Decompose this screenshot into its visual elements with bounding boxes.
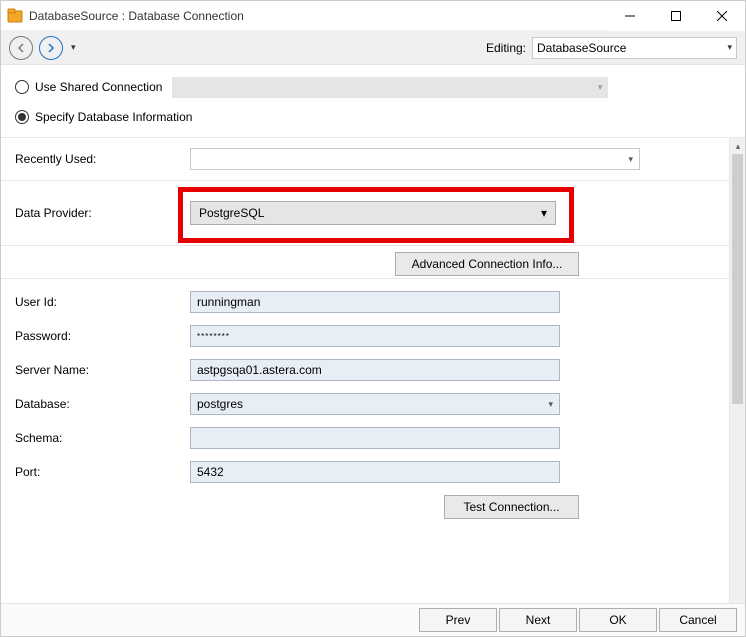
title-bar: DatabaseSource : Database Connection — [1, 1, 745, 31]
password-value: ******** — [197, 332, 230, 341]
user-id-label: User Id: — [15, 295, 190, 309]
editing-label: Editing: — [486, 41, 526, 55]
app-icon — [7, 8, 23, 24]
form-area: Recently Used: ▾ Data Provider: PostgreS… — [1, 138, 745, 635]
nav-forward-button[interactable] — [39, 36, 63, 60]
data-provider-select[interactable]: PostgreSQL ▾ — [190, 201, 556, 225]
port-label: Port: — [15, 465, 190, 479]
maximize-button[interactable] — [653, 1, 699, 31]
nav-back-button[interactable] — [9, 36, 33, 60]
advanced-connection-button[interactable]: Advanced Connection Info... — [395, 252, 579, 276]
chevron-down-icon: ▾ — [598, 82, 603, 93]
toolbar: ▾ Editing: DatabaseSource ▾ — [1, 31, 745, 65]
specify-db-label: Specify Database Information — [35, 110, 192, 124]
data-provider-label: Data Provider: — [15, 206, 190, 220]
vertical-scrollbar[interactable]: ▴ ▾ — [729, 138, 745, 635]
data-provider-value: PostgreSQL — [199, 206, 264, 220]
chevron-down-icon: ▾ — [541, 206, 547, 220]
password-input[interactable]: ******** — [190, 325, 560, 347]
prev-label: Prev — [446, 613, 471, 627]
dialog-footer: Prev Next OK Cancel — [1, 603, 745, 635]
recently-used-label: Recently Used: — [15, 152, 190, 166]
test-connection-button[interactable]: Test Connection... — [444, 495, 579, 519]
editing-select[interactable]: DatabaseSource ▾ — [532, 37, 737, 59]
ok-label: OK — [609, 613, 626, 627]
shared-connection-select[interactable]: ▾ — [172, 77, 608, 98]
editing-select-value: DatabaseSource — [537, 41, 626, 55]
schema-label: Schema: — [15, 431, 190, 445]
next-button[interactable]: Next — [499, 608, 577, 632]
cancel-label: Cancel — [679, 613, 716, 627]
server-name-value: astpgsqa01.astera.com — [197, 363, 322, 377]
database-label: Database: — [15, 397, 190, 411]
cancel-button[interactable]: Cancel — [659, 608, 737, 632]
user-id-value: runningman — [197, 295, 260, 309]
use-shared-label: Use Shared Connection — [35, 80, 162, 94]
chevron-down-icon: ▾ — [548, 399, 553, 410]
password-label: Password: — [15, 329, 190, 343]
use-shared-radio[interactable] — [15, 80, 29, 94]
ok-button[interactable]: OK — [579, 608, 657, 632]
next-label: Next — [526, 613, 551, 627]
database-value: postgres — [197, 397, 243, 411]
port-input[interactable]: 5432 — [190, 461, 560, 483]
window-title: DatabaseSource : Database Connection — [29, 9, 244, 23]
port-value: 5432 — [197, 465, 224, 479]
nav-history-dropdown[interactable]: ▾ — [71, 42, 76, 53]
server-name-input[interactable]: astpgsqa01.astera.com — [190, 359, 560, 381]
schema-input[interactable] — [190, 427, 560, 449]
chevron-down-icon: ▾ — [628, 154, 633, 165]
advanced-connection-label: Advanced Connection Info... — [412, 257, 563, 271]
chevron-down-icon: ▾ — [727, 42, 732, 53]
recently-used-select[interactable]: ▾ — [190, 148, 640, 170]
close-button[interactable] — [699, 1, 745, 31]
minimize-button[interactable] — [607, 1, 653, 31]
server-name-label: Server Name: — [15, 363, 190, 377]
prev-button[interactable]: Prev — [419, 608, 497, 632]
database-select[interactable]: postgres ▾ — [190, 393, 560, 415]
connection-mode-section: Use Shared Connection ▾ Specify Database… — [1, 65, 745, 138]
scroll-up-arrow[interactable]: ▴ — [730, 138, 746, 154]
user-id-input[interactable]: runningman — [190, 291, 560, 313]
test-connection-label: Test Connection... — [463, 500, 559, 514]
specify-db-radio[interactable] — [15, 110, 29, 124]
scroll-thumb[interactable] — [732, 154, 743, 404]
